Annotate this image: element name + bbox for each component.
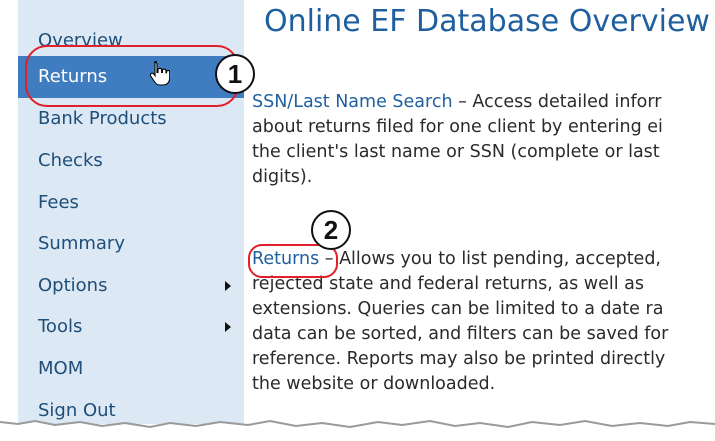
sidebar-item-label: Summary [38,233,125,254]
callout-2-badge: 2 [311,210,351,250]
sidebar-item-summary[interactable]: Summary [18,223,244,265]
search-text: digits). [252,167,313,187]
sidebar-item-mom[interactable]: MOM [18,348,244,390]
returns-text: – Allows you to list pending, accepted, [319,249,661,269]
search-text: – Access detailed inforr [452,92,662,112]
returns-text: the website or downloaded. [252,374,496,394]
sidebar-item-options[interactable]: Options [18,265,244,307]
sidebar-item-tools[interactable]: Tools [18,306,244,348]
sidebar-item-label: MOM [38,358,84,379]
search-text: about returns filed for one client by en… [252,117,663,137]
ssn-last-name-search-link[interactable]: SSN/Last Name Search [252,92,453,112]
submenu-arrow-icon [225,322,231,332]
sidebar-item-label: Tools [38,316,83,337]
page-title: Online EF Database Overview [264,4,710,39]
sidebar-item-label: Fees [38,192,79,213]
submenu-arrow-icon [225,281,231,291]
sidebar-item-fees[interactable]: Fees [18,182,244,224]
callout-1-outline [25,45,239,107]
torn-edge-shadow [0,419,715,441]
search-line: SSN/Last Name Search – Access detailed i… [252,90,715,115]
sidebar-item-label: Options [38,275,108,296]
sidebar-item-checks[interactable]: Checks [18,140,244,182]
screenshot-frame: Overview Returns Bank Products Checks Fe… [10,0,715,424]
sidebar-item-label: Checks [38,150,103,171]
returns-text: data can be sorted, and filters can be s… [252,324,669,344]
callout-1-badge: 1 [215,54,255,94]
returns-text: extensions. Queries can be limited to a … [252,299,664,319]
sidebar-item-label: Bank Products [38,108,167,129]
search-text: the client's last name or SSN (complete … [252,142,660,162]
search-description: SSN/Last Name Search – Access detailed i… [252,90,715,190]
returns-text: reference. Reports may also be printed d… [252,349,666,369]
